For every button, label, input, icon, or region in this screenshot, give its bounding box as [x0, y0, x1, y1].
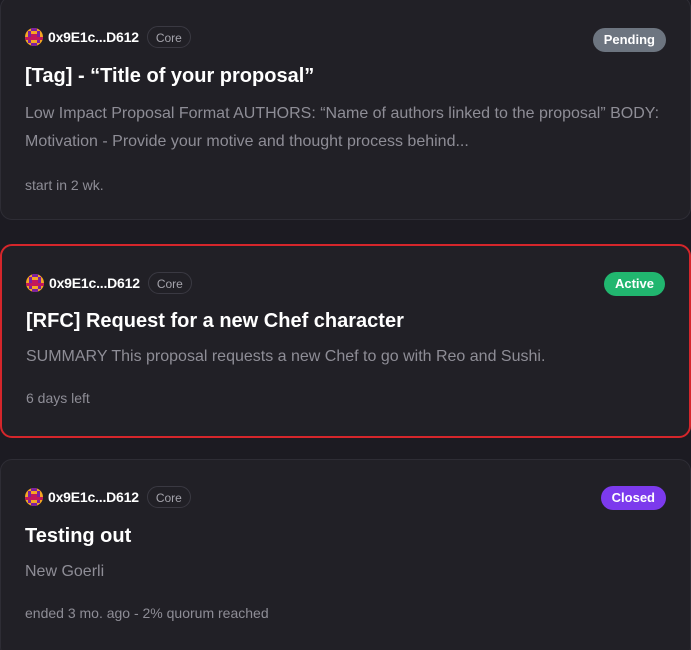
proposal-title[interactable]: Testing out	[25, 525, 666, 548]
proposal-author-row: 0x9E1c...D612 Core	[25, 24, 191, 50]
status-badge: Active	[603, 272, 665, 296]
status-badge: Closed	[600, 486, 666, 510]
blockie-avatar-icon[interactable]	[25, 488, 43, 506]
proposal-body-text: Low Impact Proposal Format AUTHORS: “Nam…	[25, 105, 660, 150]
proposal-author[interactable]: 0x9E1c...D612	[49, 275, 140, 291]
proposal-author[interactable]: 0x9E1c...D612	[48, 489, 139, 505]
proposal-card-highlighted[interactable]: 0x9E1c...D612 Core Active [RFC] Request …	[0, 244, 691, 438]
proposal-body: New Goerli	[25, 563, 105, 580]
proposal-title[interactable]: [Tag] - “Title of your proposal”	[25, 65, 666, 88]
proposal-card[interactable]: 0x9E1c...D612 Core Pending [Tag] - “Titl…	[0, 0, 691, 220]
proposal-body: SUMMARY This proposal requests a new Che…	[26, 348, 546, 365]
space-badge: Core	[146, 486, 191, 508]
proposal-list: 0x9E1c...D612 Core Pending [Tag] - “Titl…	[0, 0, 691, 650]
proposal-timing: start in 2 wk.	[25, 177, 104, 193]
proposal-timing: ended 3 mo. ago - 2% quorum reached	[25, 605, 269, 621]
proposal-author-row: 0x9E1c...D612 Core	[25, 484, 191, 510]
proposal-card[interactable]: 0x9E1c...D612 Core Closed Testing out Ne…	[0, 459, 691, 650]
space-badge: Core	[146, 26, 191, 48]
proposal-body: Low Impact Proposal Format AUTHORS: “Nam…	[25, 100, 660, 156]
proposal-title[interactable]: [RFC] Request for a new Chef character	[26, 310, 665, 333]
blockie-avatar-icon[interactable]	[26, 274, 44, 292]
blockie-avatar-icon[interactable]	[25, 28, 43, 46]
proposal-author[interactable]: 0x9E1c...D612	[48, 29, 139, 45]
proposal-timing: 6 days left	[26, 390, 90, 406]
proposal-author-row: 0x9E1c...D612 Core	[26, 270, 192, 296]
space-badge: Core	[147, 272, 192, 294]
status-badge: Pending	[592, 28, 666, 52]
